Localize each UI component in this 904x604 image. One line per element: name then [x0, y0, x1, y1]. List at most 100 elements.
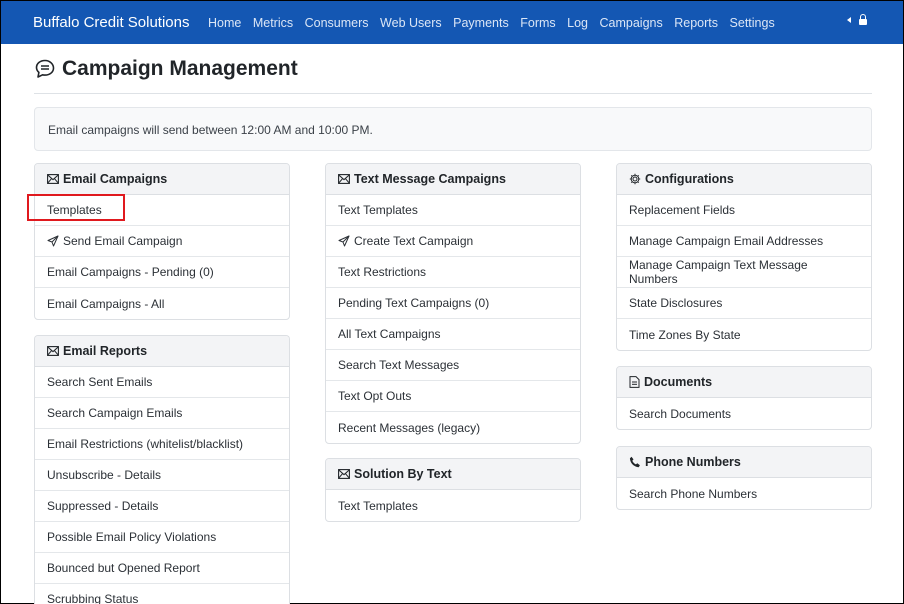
item-label[interactable]: Text Opt Outs [338, 389, 411, 403]
link-state-disclosures[interactable]: State Disclosures [617, 288, 871, 319]
link-scrubbing-status[interactable]: Scrubbing Status [35, 584, 289, 604]
link-create-text-campaign[interactable]: Create Text Campaign [326, 226, 580, 257]
link-replacement-fields[interactable]: Replacement Fields [617, 195, 871, 226]
link-manage-campaign-text-numbers[interactable]: Manage Campaign Text Message Numbers [617, 257, 871, 288]
link-text-restrictions[interactable]: Text Restrictions [326, 257, 580, 288]
item-label[interactable]: Search Campaign Emails [47, 406, 182, 420]
email-reports-card: Email Reports Search Sent Emails Search … [34, 335, 290, 604]
chat-bubble-icon [34, 58, 56, 80]
item-label[interactable]: Email Campaigns - All [47, 297, 164, 311]
email-campaigns-card: Email Campaigns Templates Send Email Cam… [34, 163, 290, 320]
item-label[interactable]: Pending Text Campaigns (0) [338, 296, 489, 310]
lock-icon[interactable] [859, 14, 867, 26]
link-search-documents[interactable]: Search Documents [617, 398, 871, 429]
envelope-icon [338, 469, 350, 479]
item-label[interactable]: Manage Campaign Email Addresses [629, 234, 823, 248]
card-header: Solution By Text [326, 459, 580, 490]
card-title: Solution By Text [354, 467, 452, 481]
item-label[interactable]: Send Email Campaign [63, 234, 182, 248]
link-search-campaign-emails[interactable]: Search Campaign Emails [35, 398, 289, 429]
page-heading: Campaign Management [62, 57, 298, 80]
item-label[interactable]: Search Documents [629, 407, 731, 421]
nav-campaigns[interactable]: Campaigns [600, 16, 663, 30]
item-label[interactable]: Recent Messages (legacy) [338, 421, 480, 435]
link-email-campaigns-pending[interactable]: Email Campaigns - Pending (0) [35, 257, 289, 288]
item-label[interactable]: Text Templates [338, 203, 418, 217]
link-all-text-campaigns[interactable]: All Text Campaigns [326, 319, 580, 350]
nav-reports[interactable]: Reports [674, 16, 718, 30]
card-header: Text Message Campaigns [326, 164, 580, 195]
item-label[interactable]: Email Restrictions (whitelist/blacklist) [47, 437, 243, 451]
item-label[interactable]: Search Phone Numbers [629, 487, 757, 501]
nav-web-users[interactable]: Web Users [380, 16, 442, 30]
nav-metrics[interactable]: Metrics [253, 16, 293, 30]
text-campaigns-card: Text Message Campaigns Text Templates Cr… [325, 163, 581, 444]
configurations-card: Configurations Replacement Fields Manage… [616, 163, 872, 351]
card-header: Email Campaigns [35, 164, 289, 195]
item-label[interactable]: Replacement Fields [629, 203, 735, 217]
link-email-campaigns-all[interactable]: Email Campaigns - All [35, 288, 289, 319]
item-label[interactable]: Email Campaigns - Pending (0) [47, 265, 214, 279]
link-search-text-messages[interactable]: Search Text Messages [326, 350, 580, 381]
link-send-email-campaign[interactable]: Send Email Campaign [35, 226, 289, 257]
envelope-icon [338, 174, 350, 184]
item-label[interactable]: Text Restrictions [338, 265, 426, 279]
link-text-opt-outs[interactable]: Text Opt Outs [326, 381, 580, 412]
item-label[interactable]: Scrubbing Status [47, 592, 138, 604]
item-label[interactable]: Create Text Campaign [354, 234, 473, 248]
item-label[interactable]: Unsubscribe - Details [47, 468, 161, 482]
link-search-phone-numbers[interactable]: Search Phone Numbers [617, 478, 871, 509]
link-suppressed-details[interactable]: Suppressed - Details [35, 491, 289, 522]
link-search-sent-emails[interactable]: Search Sent Emails [35, 367, 289, 398]
envelope-icon [47, 346, 59, 356]
nav-log[interactable]: Log [567, 16, 588, 30]
send-icon [47, 235, 59, 247]
nav-right [847, 14, 867, 26]
link-pending-text-campaigns[interactable]: Pending Text Campaigns (0) [326, 288, 580, 319]
card-header: Email Reports [35, 336, 289, 367]
card-header: Documents [617, 367, 871, 398]
card-title: Configurations [645, 172, 734, 186]
card-title: Email Reports [63, 344, 148, 358]
card-title: Email Campaigns [63, 172, 168, 186]
caret-left-icon[interactable] [847, 17, 851, 23]
gear-icon [629, 173, 641, 185]
solution-by-text-card: Solution By Text Text Templates [325, 458, 581, 522]
document-icon [629, 376, 640, 388]
nav-consumers[interactable]: Consumers [305, 16, 369, 30]
info-alert: Email campaigns will send between 12:00 … [34, 107, 872, 151]
nav-settings[interactable]: Settings [730, 16, 775, 30]
item-label[interactable]: Manage Campaign Text Message Numbers [629, 258, 859, 286]
link-manage-campaign-email-addresses[interactable]: Manage Campaign Email Addresses [617, 226, 871, 257]
link-text-templates[interactable]: Text Templates [326, 195, 580, 226]
phone-numbers-card: Phone Numbers Search Phone Numbers [616, 446, 872, 510]
link-unsubscribe-details[interactable]: Unsubscribe - Details [35, 460, 289, 491]
item-label[interactable]: Time Zones By State [629, 328, 741, 342]
link-bounced-opened-report[interactable]: Bounced but Opened Report [35, 553, 289, 584]
card-header: Configurations [617, 164, 871, 195]
link-recent-messages-legacy[interactable]: Recent Messages (legacy) [326, 412, 580, 443]
highlight-box [27, 194, 125, 221]
nav-home[interactable]: Home [208, 16, 241, 30]
link-sbt-text-templates[interactable]: Text Templates [326, 490, 580, 521]
nav-payments[interactable]: Payments [453, 16, 509, 30]
documents-card: Documents Search Documents [616, 366, 872, 430]
item-label[interactable]: Suppressed - Details [47, 499, 158, 513]
card-title: Phone Numbers [645, 455, 741, 469]
title-divider [34, 93, 872, 94]
brand-link[interactable]: Buffalo Credit Solutions [33, 14, 189, 31]
item-label[interactable]: Possible Email Policy Violations [47, 530, 216, 544]
phone-icon [629, 456, 641, 468]
item-label[interactable]: Bounced but Opened Report [47, 561, 200, 575]
link-email-policy-violations[interactable]: Possible Email Policy Violations [35, 522, 289, 553]
link-email-restrictions[interactable]: Email Restrictions (whitelist/blacklist) [35, 429, 289, 460]
item-label[interactable]: Text Templates [338, 499, 418, 513]
item-label[interactable]: All Text Campaigns [338, 327, 441, 341]
item-label[interactable]: Search Text Messages [338, 358, 459, 372]
nav-forms[interactable]: Forms [520, 16, 555, 30]
info-text: Email campaigns will send between 12:00 … [48, 123, 373, 137]
card-title: Documents [644, 375, 713, 389]
link-time-zones-by-state[interactable]: Time Zones By State [617, 319, 871, 350]
item-label[interactable]: State Disclosures [629, 296, 722, 310]
item-label[interactable]: Search Sent Emails [47, 375, 152, 389]
